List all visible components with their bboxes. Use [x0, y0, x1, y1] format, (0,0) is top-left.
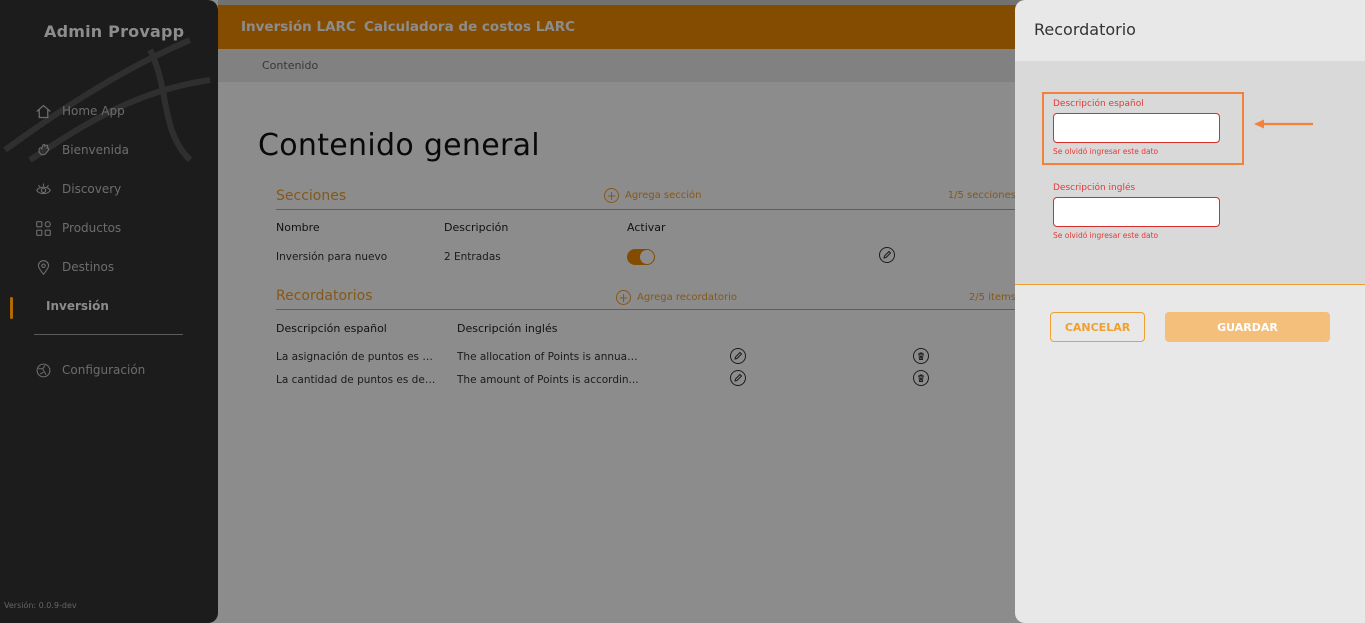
- delete-recordatorio-button[interactable]: [913, 348, 929, 364]
- toggle-knob: [640, 250, 654, 264]
- recordatorio-es-cell: La cantidad de puntos es de ...: [276, 374, 438, 386]
- tab-inversion-larc[interactable]: Inversión LARC: [241, 19, 356, 35]
- sidebar-item-label: Discovery: [62, 182, 122, 196]
- version-label: Versión: 0.0.9-dev: [4, 601, 77, 610]
- tab-calculadora-costos[interactable]: Calculadora de costos LARC: [364, 19, 575, 35]
- home-icon: [34, 102, 52, 120]
- descripcion-en-input[interactable]: [1053, 197, 1220, 227]
- sidebar: Admin Provapp Home App Bienvenida Discov…: [0, 0, 218, 623]
- delete-recordatorio-button[interactable]: [913, 370, 929, 386]
- page-title: Contenido general: [258, 128, 540, 163]
- settings-icon: [34, 361, 52, 379]
- column-header-descripcion-en: Descripción inglés: [457, 322, 558, 335]
- panel-title: Recordatorio: [1034, 20, 1136, 39]
- add-recordatorio-label: Agrega recordatorio: [637, 292, 738, 303]
- recordatorio-es-cell: La asignación de puntos es a...: [276, 351, 438, 363]
- annotation-arrow-icon: [1254, 119, 1313, 129]
- recordatorio-panel: Recordatorio Descripción español Se olvi…: [1015, 0, 1365, 623]
- add-seccion-label: Agrega sección: [625, 190, 702, 201]
- seccion-nombre-cell: Inversión para nuevo: [276, 251, 388, 263]
- sidebar-item-configuracion[interactable]: Configuración: [34, 359, 145, 381]
- descripcion-es-error: Se olvidó ingresar este dato: [1053, 147, 1159, 156]
- sidebar-item-home-app[interactable]: Home App: [34, 100, 125, 122]
- panel-form: Descripción español Se olvidó ingresar e…: [1015, 61, 1365, 285]
- cancel-button[interactable]: CANCELAR: [1050, 312, 1145, 342]
- plus-icon: +: [616, 290, 631, 305]
- descripcion-en-label: Descripción inglés: [1053, 183, 1136, 193]
- sidebar-divider: [34, 334, 183, 335]
- breadcrumb[interactable]: Contenido: [262, 59, 318, 72]
- recordatorio-en-cell: The allocation of Points is annual ...: [457, 351, 640, 363]
- column-header-activar: Activar: [627, 221, 666, 234]
- edit-seccion-button[interactable]: [879, 247, 895, 263]
- descripcion-es-label: Descripción español: [1053, 99, 1144, 109]
- secciones-count: 1/5 secciones: [947, 190, 1016, 201]
- plus-icon: +: [604, 188, 619, 203]
- recordatorios-header: Recordatorios + Agrega recordatorio 2/5 …: [276, 286, 1016, 310]
- sidebar-item-inversion[interactable]: Inversión: [46, 295, 109, 317]
- trash-icon: [918, 352, 924, 360]
- sidebar-item-destinos[interactable]: Destinos: [34, 256, 114, 278]
- column-header-descripcion: Descripción: [444, 221, 509, 234]
- descripcion-en-error: Se olvidó ingresar este dato: [1053, 231, 1159, 240]
- add-seccion-button[interactable]: + Agrega sección: [604, 188, 701, 203]
- edit-recordatorio-button[interactable]: [730, 348, 746, 364]
- waving-hand-icon: [34, 141, 52, 159]
- secciones-header: Secciones + Agrega sección 1/5 secciones: [276, 186, 1016, 210]
- seccion-descripcion-cell: 2 Entradas: [444, 251, 501, 263]
- activar-toggle[interactable]: [627, 249, 655, 265]
- descripcion-es-input[interactable]: [1053, 113, 1220, 143]
- pencil-icon: [734, 351, 743, 360]
- column-header-descripcion-es: Descripción español: [276, 322, 387, 335]
- sidebar-item-label: Bienvenida: [62, 143, 129, 157]
- eye-icon: [34, 180, 52, 198]
- active-indicator: [10, 297, 13, 319]
- sidebar-item-discovery[interactable]: Discovery: [34, 178, 121, 200]
- sidebar-item-label: Inversión: [46, 299, 109, 313]
- sidebar-item-label: Home App: [62, 104, 125, 118]
- grid-icon: [34, 219, 52, 237]
- pencil-icon: [734, 373, 743, 382]
- map-pin-icon: [34, 258, 52, 276]
- edit-recordatorio-button[interactable]: [730, 370, 746, 386]
- sidebar-item-productos[interactable]: Productos: [34, 217, 121, 239]
- pencil-icon: [883, 250, 892, 259]
- sidebar-item-label: Destinos: [62, 260, 115, 274]
- trash-icon: [918, 374, 924, 382]
- sidebar-item-label: Configuración: [62, 363, 146, 377]
- recordatorios-title: Recordatorios: [276, 288, 373, 304]
- sidebar-item-label: Productos: [62, 221, 122, 235]
- recordatorios-count: 2/5 items: [968, 292, 1016, 303]
- brand-title: Admin Provapp: [44, 22, 185, 41]
- recordatorio-en-cell: The amount of Points is accordin...: [457, 374, 639, 386]
- save-button[interactable]: GUARDAR: [1165, 312, 1330, 342]
- secciones-title: Secciones: [276, 188, 347, 204]
- sidebar-item-bienvenida[interactable]: Bienvenida: [34, 139, 129, 161]
- column-header-nombre: Nombre: [276, 221, 320, 234]
- add-recordatorio-button[interactable]: + Agrega recordatorio: [616, 290, 737, 305]
